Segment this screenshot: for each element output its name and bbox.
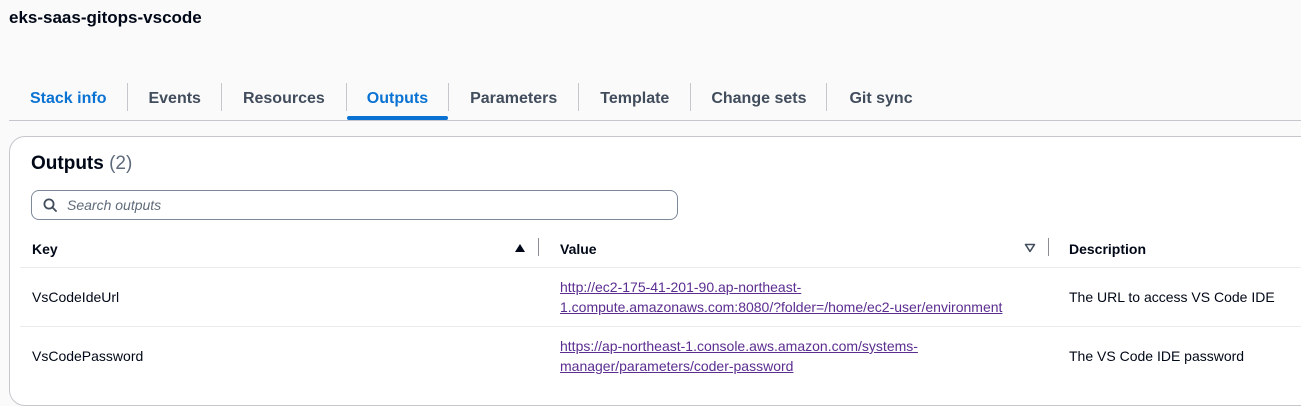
column-header-value[interactable]: Value (560, 241, 597, 257)
tab-template[interactable]: Template (579, 80, 690, 118)
column-resizer[interactable] (538, 238, 539, 256)
output-description: The URL to access VS Code IDE (1069, 289, 1275, 305)
link-line: http://ec2-175-41-201-90.ap-northeast- (560, 279, 802, 295)
outputs-heading: Outputs (2) (31, 153, 132, 175)
outputs-count: (2) (109, 153, 133, 174)
link-line: 1.compute.amazonaws.com:8080/?folder=/ho… (560, 299, 1003, 315)
tab-label: Git sync (849, 90, 913, 107)
column-header-description[interactable]: Description (1069, 241, 1146, 257)
page-title: eks-saas-gitops-vscode (9, 8, 202, 27)
tab-label: Events (148, 90, 201, 107)
tab-label: Resources (242, 90, 325, 107)
outputs-panel: Outputs (2) Key Value Description VsCode… (9, 136, 1301, 406)
tab-label: Change sets (711, 90, 807, 107)
tab-stack-info[interactable]: Stack info (9, 80, 127, 118)
tab-outputs[interactable]: Outputs (346, 80, 449, 120)
tab-label: Stack info (30, 90, 107, 107)
tab-events[interactable]: Events (128, 80, 220, 118)
search-box (31, 190, 678, 220)
search-icon (43, 198, 57, 212)
tab-label: Template (600, 90, 670, 107)
output-key: VsCodePassword (32, 348, 144, 364)
outputs-title: Outputs (31, 153, 104, 174)
output-value-link[interactable]: http://ec2-175-41-201-90.ap-northeast- 1… (560, 277, 1030, 317)
sort-ascending-icon[interactable] (514, 243, 526, 253)
output-description: The VS Code IDE password (1069, 348, 1245, 364)
output-value-link[interactable]: https://ap-northeast-1.console.aws.amazo… (560, 336, 1030, 376)
tab-bar: Stack info Events Resources Outputs Para… (9, 80, 1301, 121)
tab-git-sync[interactable]: Git sync (827, 80, 934, 118)
search-input[interactable] (65, 196, 649, 214)
tab-change-sets[interactable]: Change sets (691, 80, 826, 118)
column-header-key[interactable]: Key (32, 241, 58, 257)
tab-resources[interactable]: Resources (222, 80, 346, 118)
output-key: VsCodeIdeUrl (32, 289, 120, 305)
column-resizer[interactable] (1048, 238, 1049, 256)
tab-label: Outputs (366, 90, 429, 107)
link-line: manager/parameters/coder-password (560, 358, 794, 374)
link-line: https://ap-northeast-1.console.aws.amazo… (560, 338, 918, 354)
tab-parameters[interactable]: Parameters (449, 80, 578, 118)
row-divider (20, 326, 1301, 327)
header-divider (20, 267, 1301, 268)
sort-descending-icon[interactable] (1024, 243, 1036, 253)
tab-label: Parameters (470, 90, 558, 107)
